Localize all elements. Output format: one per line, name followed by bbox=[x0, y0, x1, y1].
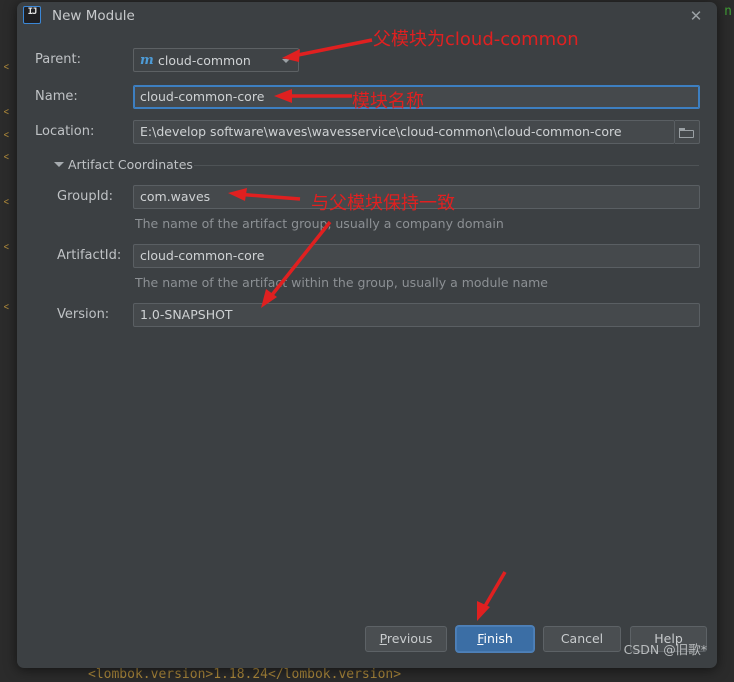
previous-button-label: revious bbox=[386, 631, 433, 646]
background-code-caret: < bbox=[3, 128, 9, 141]
parent-dropdown[interactable]: m cloud-common bbox=[133, 48, 299, 72]
annotation-name: 模块名称 bbox=[352, 91, 424, 112]
triangle-down-icon bbox=[54, 162, 64, 167]
csdn-watermark: CSDN @旧歌* bbox=[623, 642, 707, 657]
location-browse-button[interactable] bbox=[675, 120, 700, 144]
finish-button[interactable]: Finish bbox=[456, 626, 534, 652]
background-code-caret: < bbox=[3, 60, 9, 73]
background-code-caret: < bbox=[3, 300, 9, 313]
dialog-title: New Module bbox=[52, 8, 135, 24]
artifact-id-hint: The name of the artifact within the grou… bbox=[135, 275, 548, 290]
chevron-down-icon bbox=[282, 59, 290, 63]
folder-icon bbox=[679, 128, 694, 138]
annotation-parent: 父模块为cloud-common bbox=[373, 29, 579, 50]
background-code-caret: < bbox=[3, 195, 9, 208]
artifact-id-input[interactable]: cloud-common-core bbox=[133, 244, 700, 268]
version-label: Version: bbox=[57, 307, 110, 322]
background-code-caret: < bbox=[3, 105, 9, 118]
cancel-button[interactable]: Cancel bbox=[543, 626, 621, 652]
location-label: Location: bbox=[35, 124, 95, 139]
parent-dropdown-value: cloud-common bbox=[158, 53, 251, 68]
location-input[interactable]: E:\develop software\waves\wavesservice\c… bbox=[133, 120, 675, 144]
section-divider bbox=[194, 165, 699, 166]
previous-button-mnemonic: P bbox=[379, 631, 387, 646]
intellij-idea-icon: IJ bbox=[23, 6, 41, 24]
maven-module-icon: m bbox=[140, 53, 154, 68]
artifact-coordinates-title: Artifact Coordinates bbox=[68, 157, 193, 172]
background-code-lombok-version: <lombok.version>1.18.24</lombok.version> bbox=[88, 667, 402, 682]
background-code-caret: < bbox=[3, 150, 9, 163]
finish-button-label: inish bbox=[483, 631, 513, 646]
background-code-caret: < bbox=[3, 240, 9, 253]
group-id-label: GroupId: bbox=[57, 189, 114, 204]
name-label: Name: bbox=[35, 89, 78, 104]
artifact-coordinates-section-header[interactable]: Artifact Coordinates bbox=[54, 157, 699, 173]
annotation-group-id: 与父模块保持一致 bbox=[311, 193, 455, 214]
background-code-green: n bbox=[724, 4, 732, 19]
dialog-titlebar: IJ New Module ✕ bbox=[17, 2, 717, 30]
previous-button[interactable]: Previous bbox=[365, 626, 447, 652]
version-input[interactable]: 1.0-SNAPSHOT bbox=[133, 303, 700, 327]
group-id-hint: The name of the artifact group, usually … bbox=[135, 216, 504, 231]
artifact-id-label: ArtifactId: bbox=[57, 248, 122, 263]
close-icon[interactable]: ✕ bbox=[685, 5, 707, 27]
parent-label: Parent: bbox=[35, 52, 81, 67]
